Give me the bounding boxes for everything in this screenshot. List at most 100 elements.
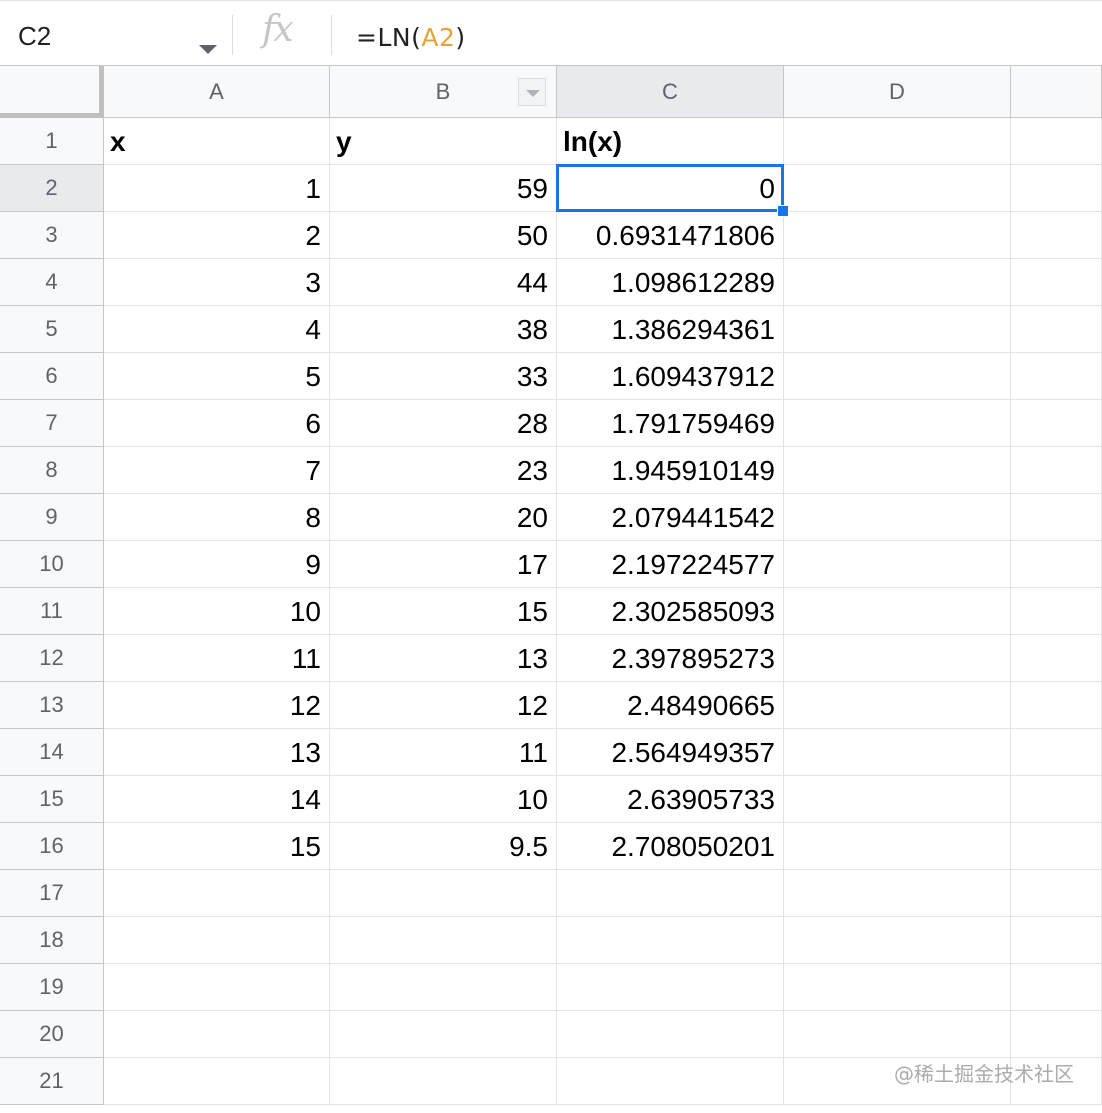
cell-a7[interactable]: 6	[104, 400, 330, 447]
cell-c10[interactable]: 2.197224577	[557, 541, 784, 588]
name-box-dropdown-icon[interactable]	[199, 45, 217, 54]
formula-input[interactable]: =LN(A2)	[356, 23, 466, 52]
cell-d12[interactable]	[784, 635, 1011, 682]
column-header-d[interactable]: D	[784, 66, 1011, 118]
cell-d9[interactable]	[784, 494, 1011, 541]
cell-a13[interactable]: 12	[104, 682, 330, 729]
cell-c19[interactable]	[557, 964, 784, 1011]
cell-b11[interactable]: 15	[330, 588, 557, 635]
row-header-20[interactable]: 20	[0, 1011, 104, 1058]
name-box[interactable]: C2	[0, 11, 228, 59]
cell-b17[interactable]	[330, 870, 557, 917]
cell-c16[interactable]: 2.708050201	[557, 823, 784, 870]
cell-c21[interactable]	[557, 1058, 784, 1105]
cell-b13[interactable]: 12	[330, 682, 557, 729]
cell-d1[interactable]	[784, 118, 1011, 165]
cell-c2[interactable]: 0	[557, 165, 784, 212]
select-all-corner[interactable]	[0, 66, 104, 118]
cell-d16[interactable]	[784, 823, 1011, 870]
cell-d5[interactable]	[784, 306, 1011, 353]
cell-e6[interactable]	[1011, 353, 1102, 400]
cell-d7[interactable]	[784, 400, 1011, 447]
cell-d3[interactable]	[784, 212, 1011, 259]
cell-e9[interactable]	[1011, 494, 1102, 541]
cell-a11[interactable]: 10	[104, 588, 330, 635]
cell-e15[interactable]	[1011, 776, 1102, 823]
cell-c6[interactable]: 1.609437912	[557, 353, 784, 400]
cell-e10[interactable]	[1011, 541, 1102, 588]
cell-a2[interactable]: 1	[104, 165, 330, 212]
row-header-5[interactable]: 5	[0, 306, 104, 353]
cell-d17[interactable]	[784, 870, 1011, 917]
cell-a15[interactable]: 14	[104, 776, 330, 823]
cell-d13[interactable]	[784, 682, 1011, 729]
cell-d10[interactable]	[784, 541, 1011, 588]
cell-d8[interactable]	[784, 447, 1011, 494]
cell-e1[interactable]	[1011, 118, 1102, 165]
cell-e16[interactable]	[1011, 823, 1102, 870]
cell-b3[interactable]: 50	[330, 212, 557, 259]
cell-e11[interactable]	[1011, 588, 1102, 635]
cell-a5[interactable]: 4	[104, 306, 330, 353]
cell-b15[interactable]: 10	[330, 776, 557, 823]
cell-b7[interactable]: 28	[330, 400, 557, 447]
cell-a3[interactable]: 2	[104, 212, 330, 259]
cell-e18[interactable]	[1011, 917, 1102, 964]
cell-b14[interactable]: 11	[330, 729, 557, 776]
cell-c8[interactable]: 1.945910149	[557, 447, 784, 494]
cell-e19[interactable]	[1011, 964, 1102, 1011]
cell-a19[interactable]	[104, 964, 330, 1011]
cell-a8[interactable]: 7	[104, 447, 330, 494]
cell-a17[interactable]	[104, 870, 330, 917]
cell-b1[interactable]: y	[330, 118, 557, 165]
cell-d20[interactable]	[784, 1011, 1011, 1058]
cell-c15[interactable]: 2.63905733	[557, 776, 784, 823]
cell-a12[interactable]: 11	[104, 635, 330, 682]
cell-a18[interactable]	[104, 917, 330, 964]
row-header-16[interactable]: 16	[0, 823, 104, 870]
cell-d19[interactable]	[784, 964, 1011, 1011]
cell-c11[interactable]: 2.302585093	[557, 588, 784, 635]
cell-a1[interactable]: x	[104, 118, 330, 165]
cell-b6[interactable]: 33	[330, 353, 557, 400]
cell-c13[interactable]: 2.48490665	[557, 682, 784, 729]
column-header-e[interactable]	[1011, 66, 1102, 118]
cell-a14[interactable]: 13	[104, 729, 330, 776]
cell-e8[interactable]	[1011, 447, 1102, 494]
cell-b8[interactable]: 23	[330, 447, 557, 494]
cell-b9[interactable]: 20	[330, 494, 557, 541]
row-header-10[interactable]: 10	[0, 541, 104, 588]
cell-a16[interactable]: 15	[104, 823, 330, 870]
row-header-9[interactable]: 9	[0, 494, 104, 541]
row-header-3[interactable]: 3	[0, 212, 104, 259]
row-header-7[interactable]: 7	[0, 400, 104, 447]
row-header-19[interactable]: 19	[0, 964, 104, 1011]
cell-c1[interactable]: ln(x)	[557, 118, 784, 165]
column-header-c[interactable]: C	[557, 66, 784, 118]
cell-e12[interactable]	[1011, 635, 1102, 682]
filter-dropdown-icon[interactable]	[518, 78, 546, 106]
cell-b19[interactable]	[330, 964, 557, 1011]
cell-c12[interactable]: 2.397895273	[557, 635, 784, 682]
cell-a20[interactable]	[104, 1011, 330, 1058]
row-header-15[interactable]: 15	[0, 776, 104, 823]
column-header-a[interactable]: A	[104, 66, 330, 118]
cell-a6[interactable]: 5	[104, 353, 330, 400]
cell-c5[interactable]: 1.386294361	[557, 306, 784, 353]
cell-e14[interactable]	[1011, 729, 1102, 776]
fill-handle[interactable]	[777, 205, 789, 217]
cell-d14[interactable]	[784, 729, 1011, 776]
cell-c4[interactable]: 1.098612289	[557, 259, 784, 306]
cell-b4[interactable]: 44	[330, 259, 557, 306]
row-header-11[interactable]: 11	[0, 588, 104, 635]
row-header-12[interactable]: 12	[0, 635, 104, 682]
cell-a10[interactable]: 9	[104, 541, 330, 588]
cell-b2[interactable]: 59	[330, 165, 557, 212]
cell-e4[interactable]	[1011, 259, 1102, 306]
row-header-4[interactable]: 4	[0, 259, 104, 306]
cell-e13[interactable]	[1011, 682, 1102, 729]
cell-a9[interactable]: 8	[104, 494, 330, 541]
cell-c14[interactable]: 2.564949357	[557, 729, 784, 776]
column-header-b[interactable]: B	[330, 66, 557, 118]
cell-d4[interactable]	[784, 259, 1011, 306]
